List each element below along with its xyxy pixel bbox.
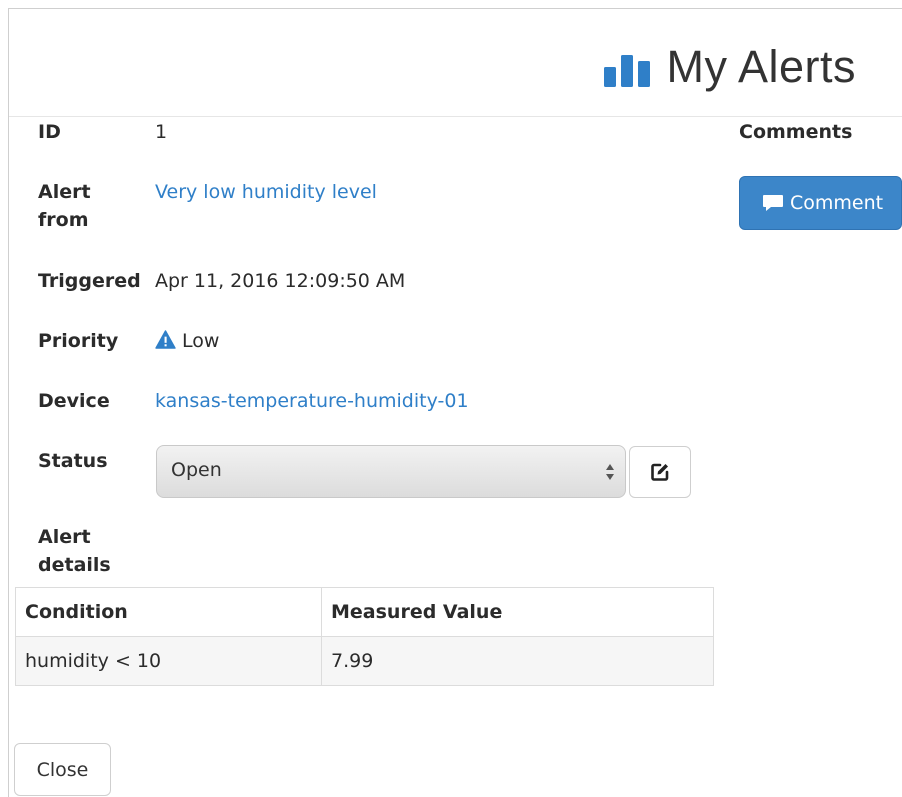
alert-from-label-line1: Alert — [38, 181, 91, 203]
measured-value-cell: 7.99 — [321, 636, 714, 686]
alert-details-label: Alert details — [38, 523, 111, 579]
column-header-condition: Condition — [15, 587, 322, 637]
alert-from-label-line2: from — [38, 209, 89, 231]
select-arrows-icon — [606, 464, 614, 480]
comment-button[interactable]: Comment — [739, 176, 902, 230]
condition-cell: humidity < 10 — [15, 636, 322, 686]
table-row: humidity < 10 7.99 — [15, 636, 714, 686]
alert-details-table: Condition Measured Value humidity < 10 7… — [15, 587, 714, 686]
priority-label: Priority — [38, 330, 119, 352]
table-header-row: Condition Measured Value — [15, 587, 714, 637]
column-header-measured-value: Measured Value — [321, 587, 714, 637]
comment-icon — [763, 195, 783, 211]
triggered-label: Triggered — [38, 270, 141, 292]
warning-icon — [155, 330, 176, 349]
edit-icon — [651, 463, 669, 481]
comments-title: Comments — [739, 121, 853, 143]
status-selected-value: Open — [171, 459, 222, 481]
id-value: 1 — [155, 121, 168, 143]
brand: My Alerts — [602, 41, 856, 93]
id-label: ID — [38, 121, 61, 143]
priority-value: Low — [155, 327, 219, 355]
alert-details-label-line1: Alert — [38, 526, 91, 548]
close-button[interactable]: Close — [14, 743, 111, 796]
bar-chart-icon — [604, 55, 651, 87]
device-label: Device — [38, 390, 110, 412]
triggered-value: Apr 11, 2016 12:09:50 AM — [155, 270, 406, 292]
alert-details-label-line2: details — [38, 554, 111, 576]
device-link[interactable]: kansas-temperature-humidity-01 — [155, 387, 469, 415]
modal-header: My Alerts — [9, 9, 902, 117]
alert-from-label: Alert from — [38, 178, 91, 234]
edit-status-button[interactable] — [629, 446, 691, 498]
status-label: Status — [38, 450, 108, 472]
priority-text: Low — [182, 330, 220, 352]
status-select[interactable]: Open — [156, 445, 626, 498]
page-title: My Alerts — [666, 41, 856, 92]
alert-from-link[interactable]: Very low humidity level — [155, 178, 377, 206]
comment-button-label: Comment — [790, 192, 884, 214]
